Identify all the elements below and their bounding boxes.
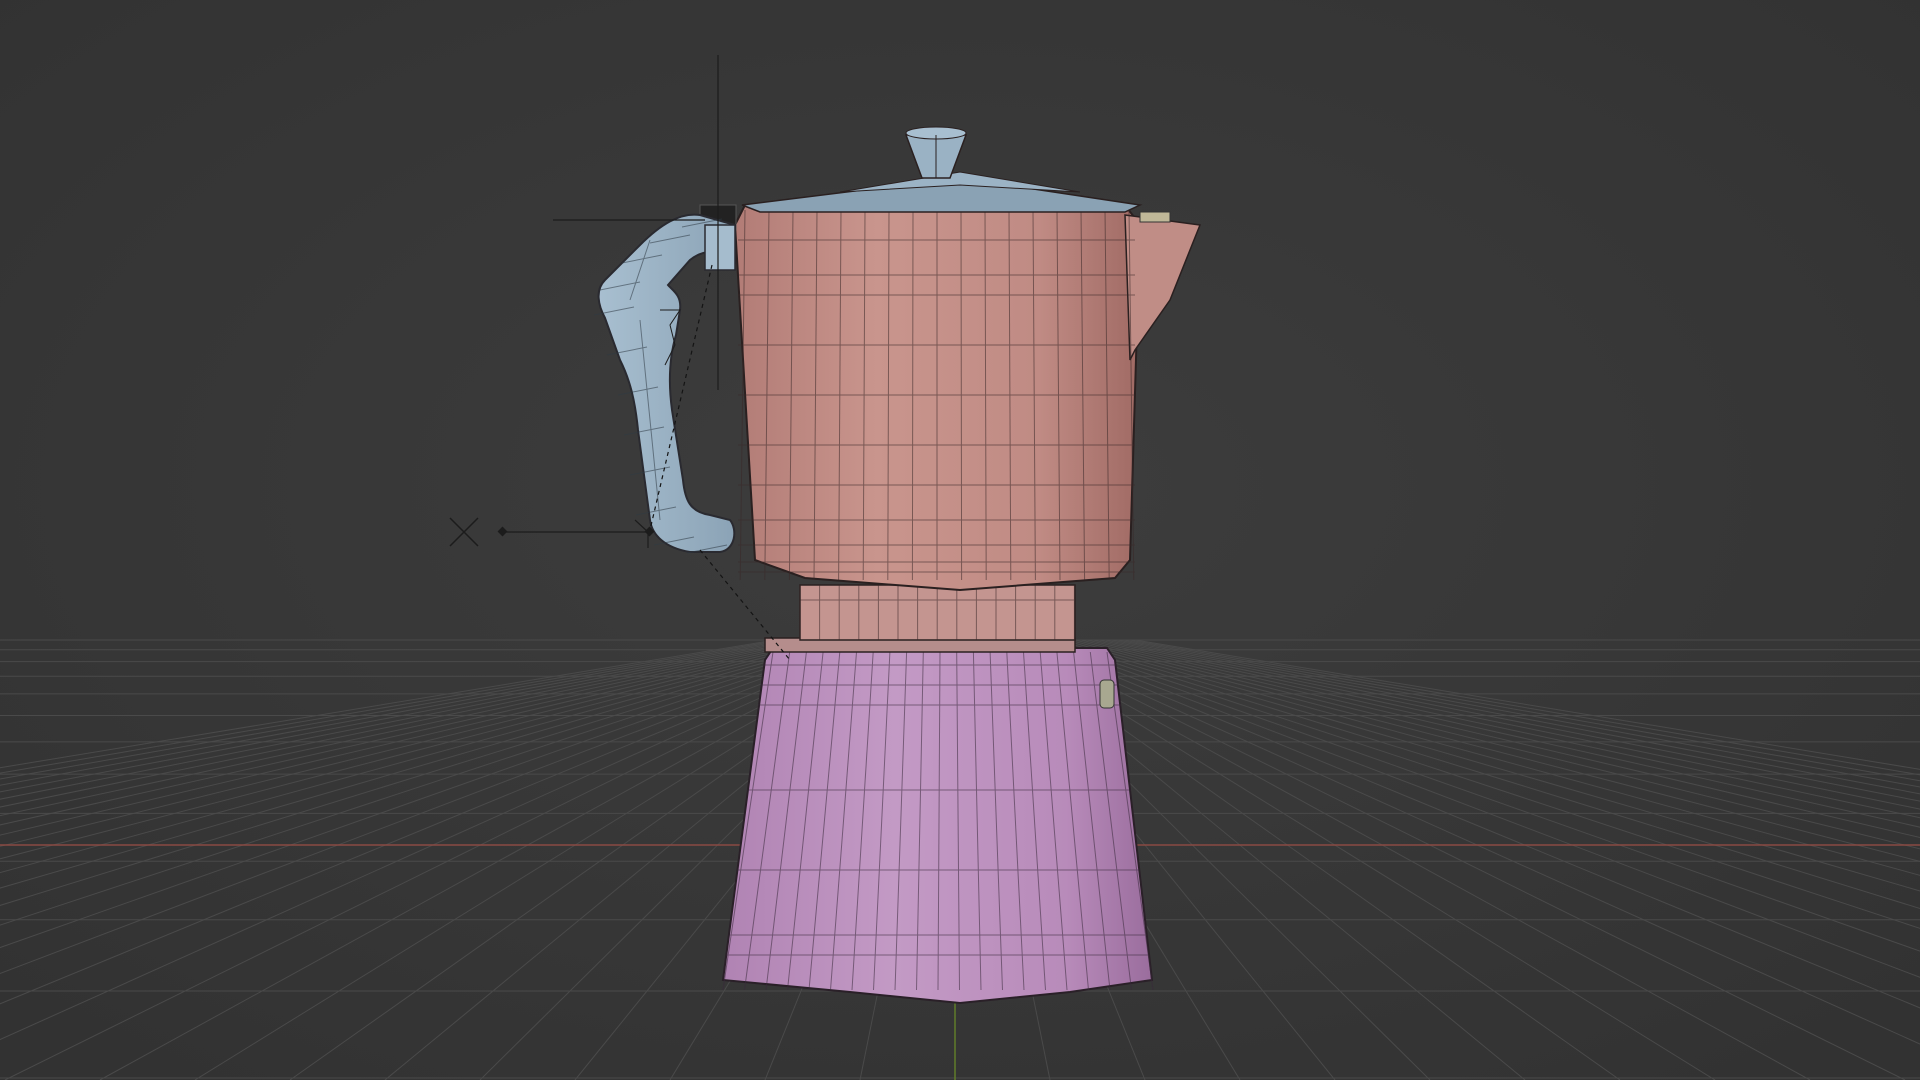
lower-chamber[interactable] — [721, 647, 1154, 1005]
hinge-right — [1139, 211, 1171, 223]
3d-viewport[interactable] — [0, 0, 1920, 1080]
upper-chamber[interactable] — [733, 204, 1202, 592]
collar[interactable] — [764, 584, 1076, 653]
safety-valve — [1099, 679, 1115, 709]
